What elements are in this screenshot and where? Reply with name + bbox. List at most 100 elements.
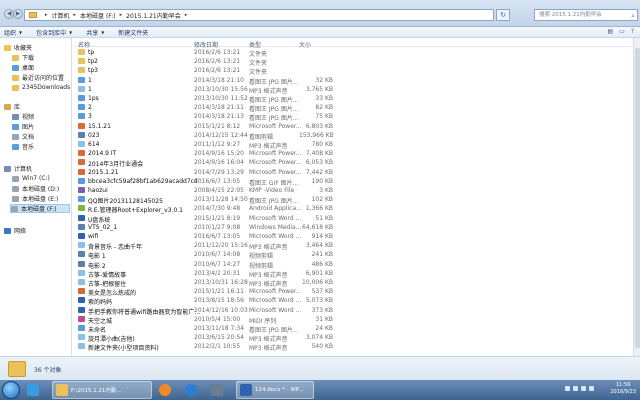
nav-favorites[interactable]: 收藏夹 [4,43,32,52]
clock[interactable]: 11:56 2018/9/23 [610,382,636,396]
nav-videos[interactable]: 视频 [12,112,34,121]
file-type: Microsoft Power... [249,122,302,130]
nav-2345downloads[interactable]: 2345Downloads [12,83,70,92]
nav-downloads[interactable]: 下载 [12,53,34,62]
file-type: Microsoft Word ... [249,297,302,305]
share-button[interactable]: 共享 ▼ [86,28,104,37]
file-size: 6,803 KB [305,122,333,130]
file-row[interactable]: 2014.9 IT 2014/9/16 15:20 Microsoft Power.… [73,149,640,158]
preview-pane-icon[interactable]: ▭ [619,28,625,35]
vertical-scrollbar[interactable] [633,38,640,356]
file-row[interactable]: 2014年3月行业通会 2014/9/16 16:04 Microsoft Powe… [73,158,640,168]
search-input[interactable]: 搜索 2015.1.21内勤早会 ⌕ [534,9,638,21]
nav-documents[interactable]: 文档 [12,132,34,141]
file-row[interactable]: 1 2014/3/18 21:10 看图王 JPG 图片... 32 KB [73,76,640,86]
nav-label: 文档 [22,134,35,141]
search-icon: ⌕ [631,12,635,20]
scrollbar-thumb[interactable] [635,48,640,348]
file-row[interactable]: 1ps 2013/10/30 11:52 看图王 JPG 图片... 33 KB [73,94,640,104]
nav-music[interactable]: 音乐 [12,142,34,151]
organize-button[interactable]: 组织 ▼ [4,28,22,37]
file-type: KMP -Video File [249,187,295,194]
file-size: 31 KB [315,315,333,323]
file-row[interactable]: 未命名 2013/11/18 7:34 看图王 JPG 图片... 24 KB [73,324,640,334]
file-name: wifi [88,233,99,240]
file-row[interactable]: 手把手教你将普通wifi路由器变为智能广... 2014/12/16 10:03 M… [73,306,640,316]
taskbar-app-1[interactable] [156,381,178,399]
nav-label: 本地磁盘 (D:) [22,186,60,193]
tray-icon[interactable] [573,386,578,391]
file-row[interactable]: 15.1.21 2015/1/21 8:12 Microsoft Power... 6… [73,122,640,131]
file-row[interactable]: 电影 1 2010/6/7 14:08 视频剪辑 241 KB [73,250,640,260]
file-row[interactable]: tp2 2016/2/6 13:21 文件夹 [73,57,640,67]
file-row[interactable]: 电影 2 2010/6/7 14:27 视频剪辑 486 KB [73,260,640,270]
help-icon[interactable]: ? [631,28,634,35]
file-name: 2 [88,104,92,112]
file-row[interactable]: 旋月潭小曲(吉他) 2013/6/15 20:54 MP3 格式声音 3,074 KB [73,333,640,343]
file-row[interactable]: 1 2013/10/30 15:56 MP3 格式声音 3,765 KB [73,85,640,95]
nav-drive-c[interactable]: Win7 (C:) [12,174,50,183]
file-row[interactable]: 古筝-把根留住 2013/10/31 16:28 MP3 格式声音 10,006 KB [73,278,640,288]
forward-button[interactable]: ▶ [13,9,23,19]
nav-libraries[interactable]: 库 [4,102,20,111]
nav-desktop[interactable]: 桌面 [12,63,34,72]
search-placeholder: 搜索 2015.1.21内勤早会 [539,12,602,18]
nav-drive-e[interactable]: 本地磁盘 (E:) [12,194,58,203]
nav-network[interactable]: 网络 [4,226,26,235]
app-icon [159,384,171,396]
file-row[interactable]: 614 2011/1/12 9:27 MP3 格式声音 780 KB [73,140,640,150]
file-row[interactable]: 023 2014/12/15 12:44 看图剪辑 153,966 KB [73,131,640,141]
nav-label: 视频 [22,114,35,121]
nav-computer[interactable]: 计算机 [4,164,32,173]
taskbar-explorer[interactable]: F:\2015.1.21内勤... [52,381,152,399]
new-folder-button[interactable]: 新建文件夹 [118,28,148,37]
file-row[interactable]: 背景音乐 - 恋曲千年 2011/12/20 15:16 MP3 格式声音 3,464… [73,241,640,251]
file-row[interactable]: 古筝-爱情故事 2013/4/2 20:31 MP3 格式声音 6,901 KB [73,269,640,279]
taskbar-app-2[interactable] [182,381,204,399]
file-row[interactable]: 3 2014/3/18 21:13 看图王 JPG 图片... 75 KB [73,112,640,122]
nav-drive-d[interactable]: 本地磁盘 (D:) [12,184,59,193]
file-row[interactable]: bbcea3cfc59af28bf1ab629acadd7cd 2016/6/7 … [73,177,640,187]
file-type-icon [78,76,85,83]
taskbar-explorer-label: F:\2015.1.21内勤... [71,388,122,394]
file-row[interactable]: tp 2016/2/6 13:21 文件夹 [73,48,640,58]
nav-label: 最近访问的位置 [22,75,65,82]
nav-pictures[interactable]: 图片 [12,122,34,131]
folder-icon [8,361,26,377]
file-name: bbcea3cfc59af28bf1ab629acadd7cd [88,177,198,185]
file-row[interactable]: wifi 2016/6/7 13:05 Microsoft Word ... 914 … [73,232,640,241]
taskbar-ie[interactable] [24,381,46,399]
file-row[interactable]: QQ图片20131128145025 2013/11/28 14:50 看图王 JP… [73,195,640,205]
taskbar-word[interactable]: 114.docx * - WP... [236,381,314,399]
file-row[interactable]: 索的妈妈 2013/8/15 18:56 Microsoft Word ... 5,0… [73,296,640,306]
file-row[interactable]: tp3 2016/2/6 13:21 文件夹 [73,66,640,76]
taskbar-app-3[interactable] [208,381,230,399]
include-in-library-button[interactable]: 包含到库中 ▼ [36,28,72,37]
file-type: Microsoft Power... [249,159,302,167]
network-tray-icon[interactable] [589,386,594,391]
file-row[interactable]: 天空之城 2010/5/4 15:00 MIDI 序列 31 KB [73,315,640,325]
file-row[interactable]: 新建文件夹(小型项目资料) 2012/2/1 10:55 MP3 格式声音 540 K… [73,342,640,352]
breadcrumb-computer[interactable]: 计算机 [52,11,70,20]
address-bar[interactable]: ▸ 计算机 ▸ 本地磁盘 (F:) ▸ 2015.1.21内勤早会 ▸ [24,9,494,21]
refresh-button[interactable]: ↻ [496,9,510,21]
nav-recent[interactable]: 最近访问的位置 [12,73,64,82]
file-type-icon [78,297,85,304]
k-app-icon [185,384,197,396]
tray-icon[interactable] [565,386,570,391]
start-button[interactable] [2,381,20,399]
file-row[interactable]: VTS_02_1 2010/1/27 9:08 Windows Media... 64… [73,223,640,232]
breadcrumb-current-folder[interactable]: 2015.1.21内勤早会 [126,11,181,20]
volume-icon[interactable] [581,386,586,391]
nav-drive-f[interactable]: 本地磁盘 (F:) [10,204,70,213]
file-row[interactable]: R.E.管理器Root+Explorer_v3.0.1 2014/7/30 9:4… [73,204,640,214]
file-size: 5,073 KB [305,297,333,305]
file-row[interactable]: 2 2014/3/18 21:11 看图王 JPG 图片... 82 KB [73,103,640,113]
column-headers: 名称 修改日期 类型 大小 [73,38,640,49]
file-row[interactable]: 2015.1.21 2014/7/29 13:29 Microsoft Power.… [73,168,640,177]
file-row[interactable]: haozui 2008/4/15 22:05 KMP -Video File 3 KB [73,186,640,195]
file-row[interactable]: 美女是怎么炼成的 2015/1/21 16:11 Microsoft Power..… [73,287,640,297]
file-row[interactable]: U盘系统 2015/1/21 8:19 Microsoft Word ... 51 K… [73,214,640,224]
breadcrumb-drive-f[interactable]: 本地磁盘 (F:) [80,11,116,20]
view-options-icon[interactable]: ▤ [607,28,613,35]
